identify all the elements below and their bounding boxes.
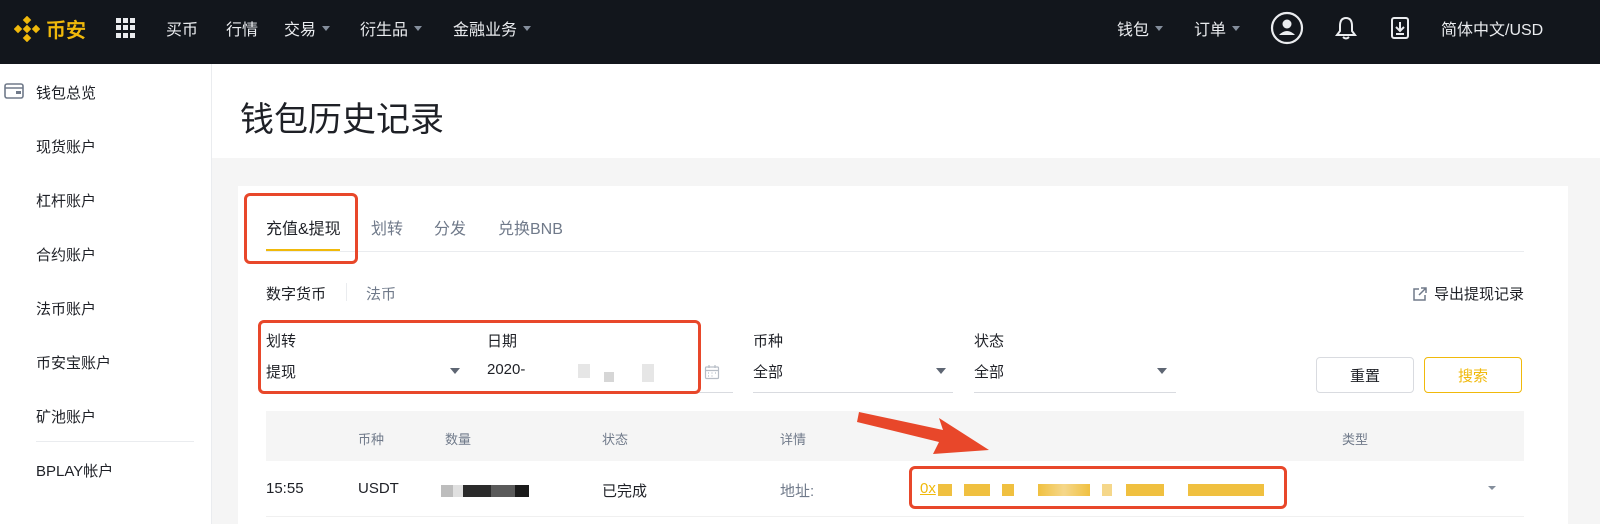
tabs-divider: [266, 251, 1524, 252]
nav-buy-crypto[interactable]: 买币: [166, 18, 199, 39]
tab-distribution[interactable]: 分发: [434, 215, 466, 239]
nav-derivatives[interactable]: 衍生品: [360, 18, 423, 39]
subtab-fiat[interactable]: 法币: [366, 283, 396, 304]
column-header-amount: 数量: [445, 432, 472, 447]
language-currency-selector[interactable]: 简体中文/USD: [1441, 18, 1544, 39]
nav-wallet-label: 钱包: [1117, 22, 1150, 39]
chevron-down-icon: [523, 25, 532, 31]
sidebar: 钱包总览 现货账户 杠杆账户 合约账户 法币账户 币安宝账户 矿池账户 BPLA…: [0, 64, 212, 524]
search-button[interactable]: 搜索: [1424, 357, 1522, 393]
nav-orders-label: 订单: [1194, 22, 1227, 39]
sidebar-item-futures[interactable]: 合约账户: [36, 244, 96, 265]
language-currency-label: 简体中文/USD: [1441, 22, 1544, 39]
filter-status-select[interactable]: 全部: [974, 361, 1004, 382]
nav-finance[interactable]: 金融业务: [453, 18, 532, 39]
chevron-down-icon: [1157, 368, 1167, 374]
chevron-down-icon: [936, 368, 946, 374]
nav-trade-label: 交易: [284, 22, 317, 39]
sidebar-item-savings[interactable]: 币安宝账户: [36, 352, 111, 373]
user-icon[interactable]: [1270, 11, 1304, 45]
annotation-address-highlight: [909, 466, 1287, 509]
filter-coin-underline: [753, 392, 953, 393]
page-title: 钱包历史记录: [240, 101, 444, 139]
column-header-status: 状态: [602, 432, 629, 447]
export-label: 导出提现记录: [1433, 286, 1524, 303]
column-header-details: 详情: [780, 432, 807, 447]
filter-coin-label: 币种: [753, 333, 784, 350]
nav-wallet[interactable]: 钱包: [1117, 18, 1164, 39]
redacted-amount: [441, 485, 529, 497]
subtab-divider: [346, 283, 347, 301]
table-row[interactable]: 15:55 USDT 已完成 地址: 0x: [266, 461, 1524, 517]
sidebar-item-spot[interactable]: 现货账户: [36, 136, 96, 157]
apps-grid-icon[interactable]: [116, 18, 136, 38]
chevron-down-icon: [322, 25, 331, 31]
annotation-tab-highlight: [244, 193, 358, 264]
sidebar-item-pool[interactable]: 矿池账户: [36, 406, 96, 427]
binance-logo-icon: [14, 15, 40, 42]
row-time: 15:55: [266, 480, 304, 497]
tab-convert-bnb[interactable]: 兑换BNB: [498, 215, 563, 239]
nav-trade[interactable]: 交易: [284, 18, 331, 39]
row-status: 已完成: [602, 483, 648, 500]
subtab-crypto[interactable]: 数字货币: [266, 283, 326, 304]
export-withdraw-button[interactable]: 导出提现记录: [1412, 283, 1524, 304]
chevron-down-icon: [414, 25, 423, 31]
chevron-down-icon: [1232, 25, 1241, 31]
nav-orders[interactable]: 订单: [1194, 18, 1241, 39]
binance-logo[interactable]: 币安: [14, 14, 86, 43]
row-coin: USDT: [358, 480, 399, 497]
tab-transfer[interactable]: 划转: [371, 215, 403, 239]
nav-markets[interactable]: 行情: [226, 18, 259, 39]
nav-finance-label: 金融业务: [453, 22, 518, 39]
sidebar-item-bplay[interactable]: BPLAY帐户: [36, 460, 113, 481]
expand-row-icon[interactable]: [1486, 482, 1498, 494]
page-header: 钱包历史记录: [212, 64, 1600, 158]
annotation-arrow-icon: [857, 412, 989, 454]
sidebar-item-wallet-overview[interactable]: 钱包总览: [36, 82, 96, 103]
column-header-type: 类型: [1342, 432, 1369, 447]
export-icon: [1413, 286, 1427, 301]
download-icon[interactable]: [1390, 16, 1410, 40]
filter-coin-select[interactable]: 全部: [753, 361, 783, 382]
nav-markets-label: 行情: [226, 22, 259, 39]
sidebar-divider: [36, 441, 194, 442]
top-navigation-bar: 币安 买币 行情 交易 衍生品 金融业务 钱包 订单 简体中文/USD: [0, 0, 1600, 64]
sidebar-item-fiat[interactable]: 法币账户: [36, 298, 96, 319]
filter-status-underline: [974, 392, 1176, 393]
nav-derivatives-label: 衍生品: [360, 22, 409, 39]
reset-button[interactable]: 重置: [1316, 357, 1414, 393]
logo-text: 币安: [46, 20, 86, 42]
sidebar-item-margin[interactable]: 杠杆账户: [36, 190, 96, 211]
chevron-down-icon: [1155, 25, 1164, 31]
calendar-icon[interactable]: [704, 364, 720, 380]
annotation-filter-highlight: [258, 320, 701, 394]
nav-buy-crypto-label: 买币: [166, 22, 199, 39]
wallet-icon: [4, 83, 24, 99]
bell-icon[interactable]: [1335, 16, 1357, 40]
filter-status-label: 状态: [974, 333, 1005, 350]
column-header-coin: 币种: [358, 432, 385, 447]
row-detail-label: 地址:: [780, 483, 815, 500]
